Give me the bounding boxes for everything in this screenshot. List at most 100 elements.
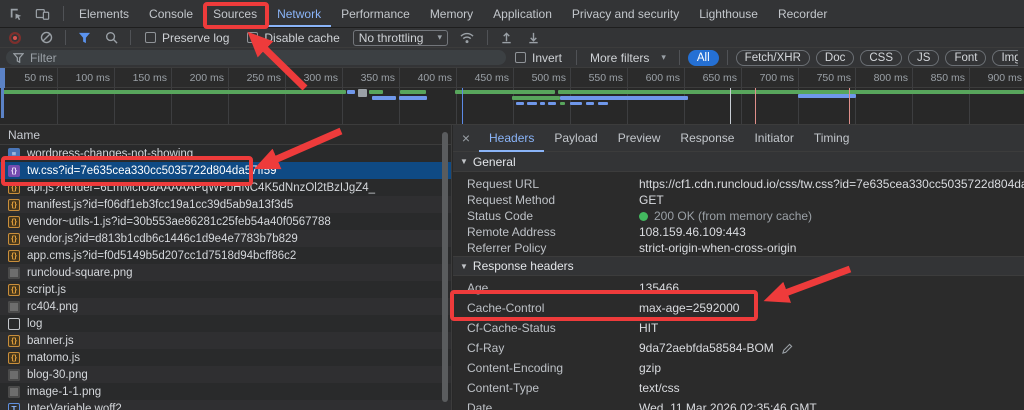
ruler-tick-label: 750 ms: [795, 72, 851, 84]
record-network-log-icon[interactable]: [9, 32, 21, 44]
disable-cache-label: Disable cache: [264, 31, 339, 45]
overview-range-handle[interactable]: [0, 68, 5, 88]
ruler-tick-label: 150 ms: [111, 72, 167, 84]
filter-chip-css[interactable]: CSS: [860, 50, 902, 66]
edit-pencil-icon[interactable]: [782, 343, 793, 354]
invert-checkbox[interactable]: Invert: [515, 51, 562, 65]
header-row-request-url: Request URLhttps://cf1.cdn.runcloud.io/c…: [453, 176, 1024, 192]
filter-chip-font[interactable]: Font: [945, 50, 986, 66]
tab-network[interactable]: Network: [267, 0, 331, 27]
overview-request-bar: [2, 90, 346, 94]
filter-chip-fetch-xhr[interactable]: Fetch/XHR: [736, 50, 810, 66]
tab-application[interactable]: Application: [483, 0, 562, 27]
request-row[interactable]: TInterVariable.woff2: [0, 400, 451, 410]
triangle-down-icon: ▼: [460, 157, 468, 166]
export-har-icon[interactable]: [527, 31, 540, 44]
section-header-general[interactable]: ▼ General: [453, 152, 1024, 172]
tab-performance[interactable]: Performance: [331, 0, 420, 27]
document-icon: ≡: [8, 148, 20, 160]
overview-request-bar: [527, 102, 537, 105]
tab-privacy-and-security[interactable]: Privacy and security: [562, 0, 689, 27]
detail-tabs-strip: HeadersPayloadPreviewResponseInitiatorTi…: [479, 125, 859, 152]
divider: [679, 50, 680, 65]
tab-elements[interactable]: Elements: [69, 0, 139, 27]
ruler-tick-label: 500 ms: [510, 72, 566, 84]
detail-tab-payload[interactable]: Payload: [544, 125, 607, 152]
filter-toggle-icon[interactable]: [78, 32, 91, 44]
tab-lighthouse[interactable]: Lighthouse: [689, 0, 768, 27]
devtools-network-panel: ElementsConsoleSourcesNetworkPerformance…: [0, 0, 1024, 410]
disable-cache-checkbox[interactable]: Disable cache: [247, 31, 339, 45]
detail-tab-headers[interactable]: Headers: [479, 125, 544, 152]
request-row[interactable]: {}matomo.js: [0, 349, 451, 366]
divider: [65, 30, 66, 45]
column-header-name[interactable]: Name: [0, 125, 451, 145]
network-conditions-icon[interactable]: [459, 31, 475, 44]
ruler-tick-label: 300 ms: [282, 72, 338, 84]
network-main-area: Name ≡wordpress-changes-not-showing{}tw.…: [0, 125, 1024, 410]
request-name: image-1-1.png: [27, 386, 101, 398]
overview-request-bar: [798, 94, 856, 98]
filter-chip-js[interactable]: JS: [908, 50, 939, 66]
request-row[interactable]: runcloud-square.png: [0, 264, 451, 281]
preserve-log-checkbox[interactable]: Preserve log: [145, 31, 229, 45]
more-filters-dropdown[interactable]: More filters ▾: [590, 51, 666, 65]
filter-chip-doc[interactable]: Doc: [816, 50, 854, 66]
device-toolbar-icon[interactable]: [29, 0, 55, 27]
request-row[interactable]: image-1-1.png: [0, 383, 451, 400]
request-row[interactable]: {}banner.js: [0, 332, 451, 349]
throttling-dropdown[interactable]: No throttling ▾: [353, 30, 448, 46]
waterfall-overview[interactable]: [0, 88, 1024, 125]
request-row[interactable]: {}vendor.js?id=d813b1cdb6c1446c1d9e4e778…: [0, 230, 451, 247]
tab-sources[interactable]: Sources: [203, 0, 267, 27]
divider: [130, 30, 131, 45]
overview-request-bar: [358, 89, 367, 97]
overview-request-bar: [560, 96, 688, 100]
close-icon[interactable]: ×: [453, 130, 479, 146]
request-row[interactable]: rc404.png: [0, 298, 451, 315]
request-row[interactable]: {}api.js?render=6LmMcIUaAAAAAPqWPbHNC4K5…: [0, 179, 451, 196]
filter-input[interactable]: [30, 51, 499, 65]
detail-tab-initiator[interactable]: Initiator: [744, 125, 803, 152]
inspect-element-icon[interactable]: [3, 0, 29, 27]
ruler-tick-label: 600 ms: [624, 72, 680, 84]
request-row[interactable]: {}vendor~utils-1.js?id=30b553ae86281c25f…: [0, 213, 451, 230]
filter-chip-all[interactable]: All: [688, 50, 719, 66]
request-row[interactable]: blog-30.png: [0, 366, 451, 383]
request-name: rc404.png: [27, 301, 78, 313]
general-rows: Request URLhttps://cf1.cdn.runcloud.io/c…: [453, 172, 1024, 256]
tab-console[interactable]: Console: [139, 0, 203, 27]
header-row-age: Age135466: [453, 278, 1024, 298]
detail-tab-preview[interactable]: Preview: [608, 125, 671, 152]
import-har-icon[interactable]: [500, 31, 513, 44]
request-row[interactable]: {}tw.css?id=7e635cea330cc5035722d804da57…: [0, 162, 451, 179]
filter-input-container: [6, 50, 506, 65]
overview-request-bar: [400, 90, 426, 94]
detail-tab-response[interactable]: Response: [670, 125, 744, 152]
request-row[interactable]: {}app.cms.js?id=f0d5149b5d207cc1d7518d94…: [0, 247, 451, 264]
detail-tab-timing[interactable]: Timing: [804, 125, 860, 152]
request-row[interactable]: ≡wordpress-changes-not-showing: [0, 145, 451, 162]
tab-recorder[interactable]: Recorder: [768, 0, 837, 27]
ruler-tick-label: 550 ms: [567, 72, 623, 84]
header-row-content-type: Content-Typetext/css: [453, 378, 1024, 398]
request-row[interactable]: {}script.js: [0, 281, 451, 298]
header-row-cf-cache-status: Cf-Cache-StatusHIT: [453, 318, 1024, 338]
request-row[interactable]: {}manifest.js?id=f06df1eb3fcc19a1cc39d5a…: [0, 196, 451, 213]
header-row-date: DateWed, 11 Mar 2026 02:35:46 GMT: [453, 398, 1024, 410]
request-row[interactable]: log: [0, 315, 451, 332]
overview-request-bar: [598, 102, 608, 105]
header-value: Wed, 11 Mar 2026 02:35:46 GMT: [639, 401, 817, 410]
search-icon[interactable]: [105, 31, 118, 44]
tab-memory[interactable]: Memory: [420, 0, 483, 27]
header-row-referrer-policy: Referrer Policystrict-origin-when-cross-…: [453, 240, 1024, 256]
script-icon: {}: [8, 233, 20, 245]
detail-tabs: × HeadersPayloadPreviewResponseInitiator…: [453, 125, 1024, 152]
request-name: InterVariable.woff2: [27, 403, 122, 410]
filter-chip-img[interactable]: Img: [992, 50, 1018, 66]
requests-scrollbar[interactable]: [442, 132, 448, 402]
preserve-log-label: Preserve log: [162, 31, 229, 45]
request-name: blog-30.png: [27, 369, 88, 381]
clear-network-log-icon[interactable]: [40, 31, 53, 44]
section-header-response-headers[interactable]: ▼ Response headers: [453, 256, 1024, 276]
